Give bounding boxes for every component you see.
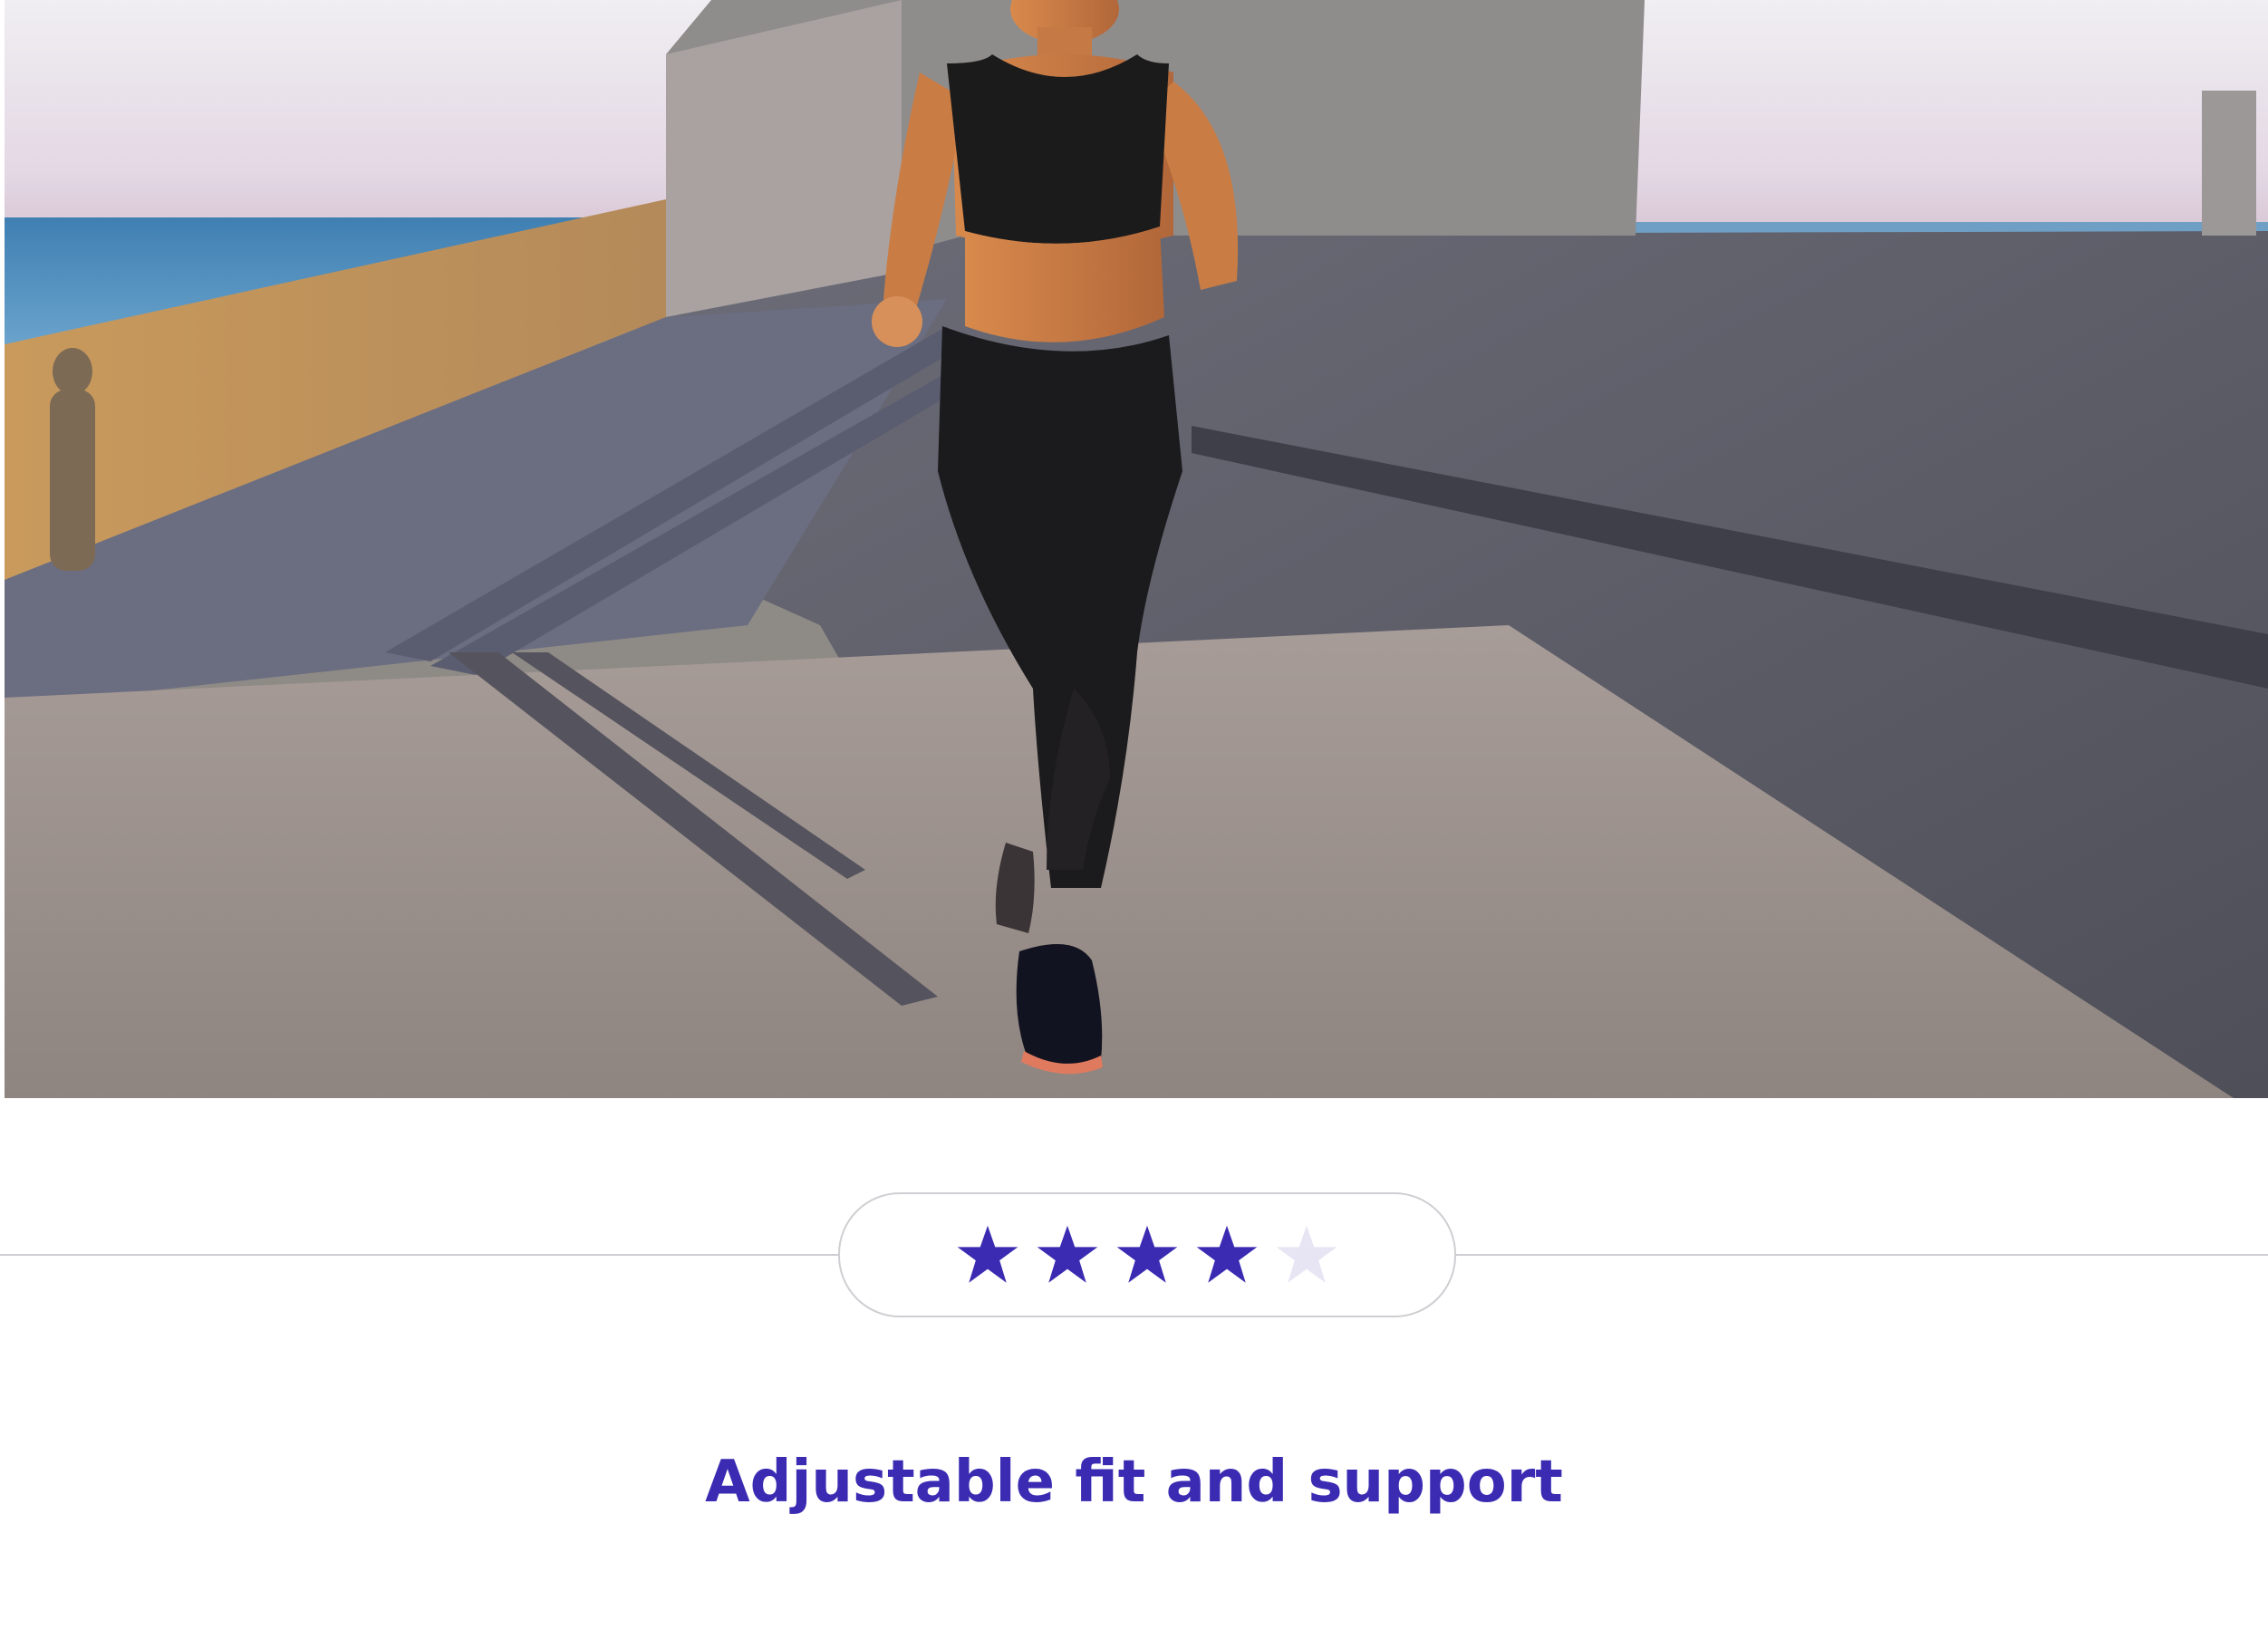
rating-row <box>0 1192 2268 1317</box>
star-icon-empty <box>1276 1225 1337 1283</box>
star-rating <box>838 1192 1456 1317</box>
product-feature-page: Adjustable fit and support <box>0 0 2268 1649</box>
star-icon-filled <box>957 1225 1018 1283</box>
hero-photo <box>5 0 2268 1098</box>
star-icon-filled <box>1196 1225 1258 1283</box>
feature-headline: Adjustable fit and support <box>705 1449 1563 1516</box>
star-icon-filled <box>1116 1225 1178 1283</box>
star-icon-filled <box>1037 1225 1098 1283</box>
